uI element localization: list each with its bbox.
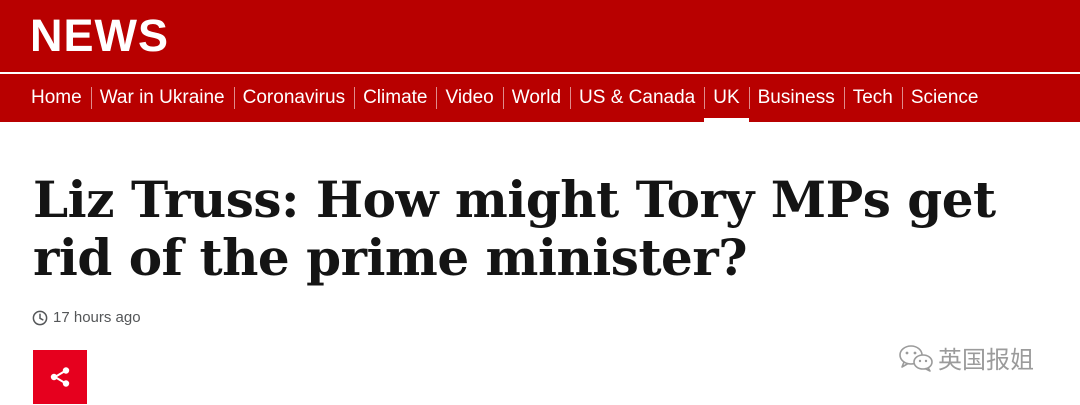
clock-icon — [32, 310, 48, 325]
nav-item-tech[interactable]: Tech — [843, 74, 902, 122]
nav-item-uk[interactable]: UK — [704, 74, 750, 122]
primary-nav: Home War in Ukraine Coronavirus Climate … — [0, 74, 1080, 122]
nav-item-home[interactable]: Home — [22, 74, 91, 122]
nav-list: Home War in Ukraine Coronavirus Climate … — [22, 74, 987, 122]
article-timestamp: 17 hours ago — [32, 309, 141, 326]
share-button[interactable] — [33, 350, 87, 404]
nav-item-coronavirus[interactable]: Coronavirus — [233, 74, 354, 122]
wechat-icon — [899, 344, 933, 372]
share-icon — [50, 367, 70, 387]
news-logo[interactable]: NEWS — [30, 11, 169, 61]
nav-item-science[interactable]: Science — [901, 74, 988, 122]
nav-item-us-canada[interactable]: US & Canada — [570, 74, 704, 122]
nav-item-war-in-ukraine[interactable]: War in Ukraine — [90, 74, 234, 122]
wechat-watermark: 英国报姐 — [896, 340, 1034, 375]
nav-item-climate[interactable]: Climate — [354, 74, 436, 122]
nav-item-business[interactable]: Business — [748, 74, 844, 122]
article-headline: Liz Truss: How might Tory MPs get rid of… — [33, 170, 996, 287]
masthead: NEWS — [0, 0, 1080, 72]
watermark-text: 英国报姐 — [938, 346, 1034, 374]
nav-item-world[interactable]: World — [502, 74, 570, 122]
timestamp-text: 17 hours ago — [53, 309, 141, 326]
nav-item-video[interactable]: Video — [436, 74, 502, 122]
